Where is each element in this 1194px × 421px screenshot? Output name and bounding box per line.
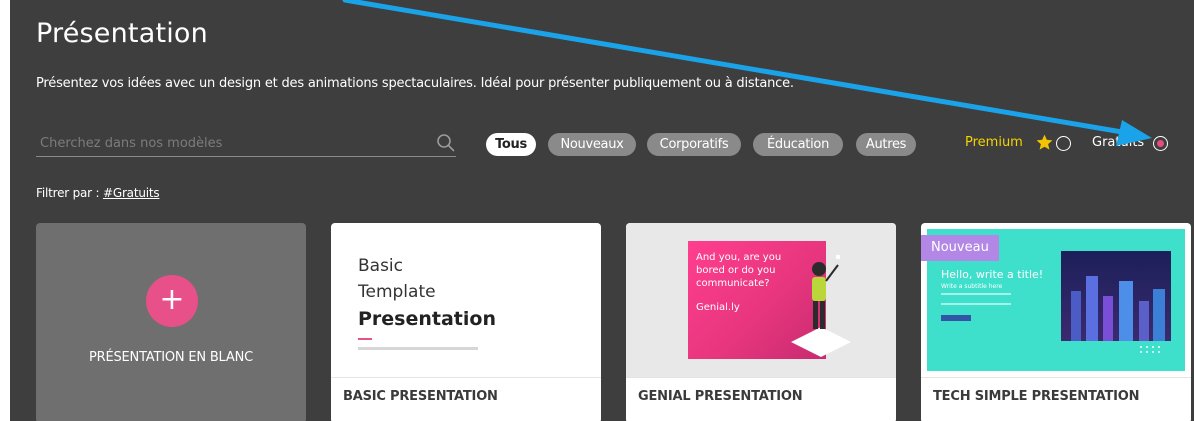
- thumb-button: [941, 315, 971, 321]
- filter-by-prefix: Filtrer par :: [36, 186, 103, 200]
- thumb-accent-line: [358, 338, 372, 340]
- filter-nouveaux[interactable]: Nouveaux: [548, 133, 636, 156]
- page-title: Présentation: [36, 18, 208, 49]
- blank-presentation-card[interactable]: + PRÉSENTATION EN BLANC: [36, 223, 306, 421]
- template-card-tech[interactable]: Hello, write a title! Write a subtitle h…: [921, 223, 1191, 421]
- star-icon: [1036, 134, 1053, 150]
- search-bar: [36, 131, 456, 157]
- city-photo-icon: [1061, 251, 1171, 353]
- thumb-genial-brand: Genial.ly: [696, 302, 740, 313]
- template-name: BASIC PRESENTATION: [343, 389, 498, 404]
- filter-tag-gratuits[interactable]: #Gratuits: [103, 186, 160, 200]
- filter-tous[interactable]: Tous: [486, 133, 536, 156]
- template-name: GENIAL PRESENTATION: [638, 389, 803, 404]
- filter-education[interactable]: Éducation: [753, 133, 843, 156]
- thumb-genial-text: And you, are you bored or do you communi…: [696, 252, 782, 289]
- thumb-basic-line1: Basic: [358, 256, 404, 276]
- template-card-genial[interactable]: And you, are you bored or do you communi…: [626, 223, 896, 421]
- filter-corporatifs[interactable]: Corporatifs: [647, 133, 741, 156]
- person-illustration-icon: [791, 255, 851, 357]
- plus-icon[interactable]: +: [146, 275, 198, 327]
- search-icon[interactable]: [436, 133, 456, 153]
- filter-autres[interactable]: Autres: [856, 133, 916, 156]
- premium-radio[interactable]: [1056, 136, 1071, 151]
- page-subtitle: Présentez vos idées avec un design et de…: [36, 76, 794, 91]
- thumb-basic-line3: Presentation: [358, 308, 496, 330]
- thumb-tech-title: Hello, write a title!: [941, 268, 1044, 281]
- blank-presentation-label: PRÉSENTATION EN BLANC: [89, 350, 253, 365]
- thumb-text-lines: [941, 293, 1011, 305]
- premium-label: Premium: [965, 135, 1023, 150]
- thumb-caption-line: [358, 347, 478, 350]
- gratuits-label: Gratuits: [1092, 135, 1145, 150]
- template-name: TECH SIMPLE PRESENTATION: [933, 389, 1140, 404]
- template-card-basic[interactable]: Basic Template Presentation BASIC PRESEN…: [331, 223, 601, 421]
- thumb-basic-line2: Template: [358, 282, 436, 302]
- new-badge: Nouveau: [921, 235, 999, 261]
- thumb-tech-subtitle: Write a subtitle here: [941, 283, 1003, 290]
- active-filter: Filtrer par : #Gratuits: [36, 186, 160, 200]
- search-input[interactable]: [36, 131, 426, 155]
- gratuits-radio[interactable]: [1153, 136, 1168, 151]
- template-gallery: Présentation Présentez vos idées avec un…: [10, 0, 1194, 421]
